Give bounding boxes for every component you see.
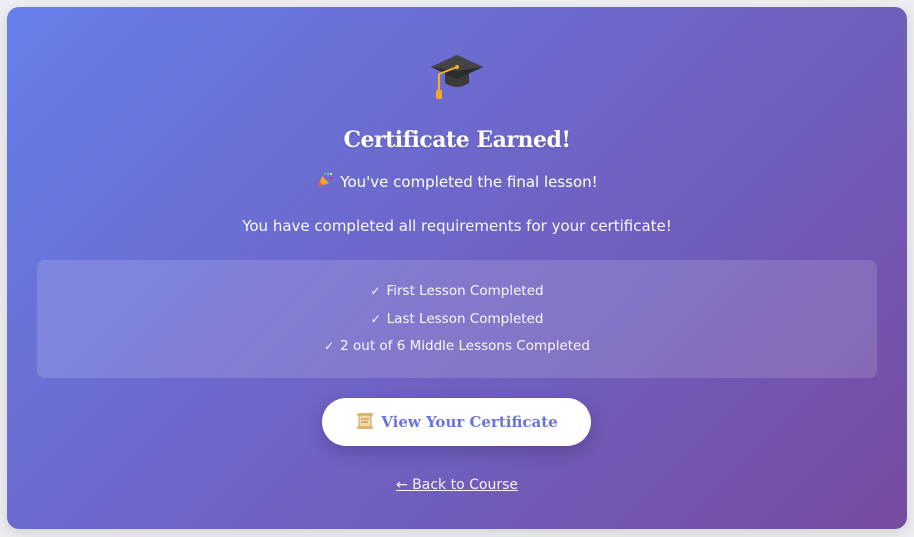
requirement-label: First Lesson Completed (386, 283, 544, 299)
list-item: ✓ 2 out of 6 Middle Lessons Completed (37, 338, 877, 366)
graduation-cap-icon (7, 47, 907, 107)
list-item: ✓ First Lesson Completed (37, 283, 877, 311)
view-certificate-button[interactable]: View Your Certificate (322, 398, 591, 446)
subtitle-text: You've completed the final lesson! (340, 173, 598, 191)
requirement-label: 2 out of 6 Middle Lessons Completed (340, 338, 590, 354)
back-to-course-link[interactable]: ← Back to Course (7, 477, 907, 493)
party-popper-icon (316, 171, 334, 193)
requirements-intro: You have completed all requirements for … (242, 217, 672, 235)
completion-subtitle: You've completed the final lesson! (7, 171, 907, 193)
certificate-card: Certificate Earned! You've completed the… (7, 7, 907, 529)
list-item: ✓ Last Lesson Completed (37, 311, 877, 339)
view-certificate-label: View Your Certificate (381, 413, 558, 431)
requirement-label: Last Lesson Completed (386, 310, 544, 327)
page-title: Certificate Earned! (343, 127, 571, 153)
checkmark-icon: ✓ (370, 311, 381, 326)
scroll-icon (355, 411, 375, 434)
checkmark-icon: ✓ (324, 339, 335, 353)
checkmark-icon: ✓ (370, 284, 381, 298)
requirements-list: ✓ First Lesson Completed ✓ Last Lesson C… (37, 260, 877, 378)
